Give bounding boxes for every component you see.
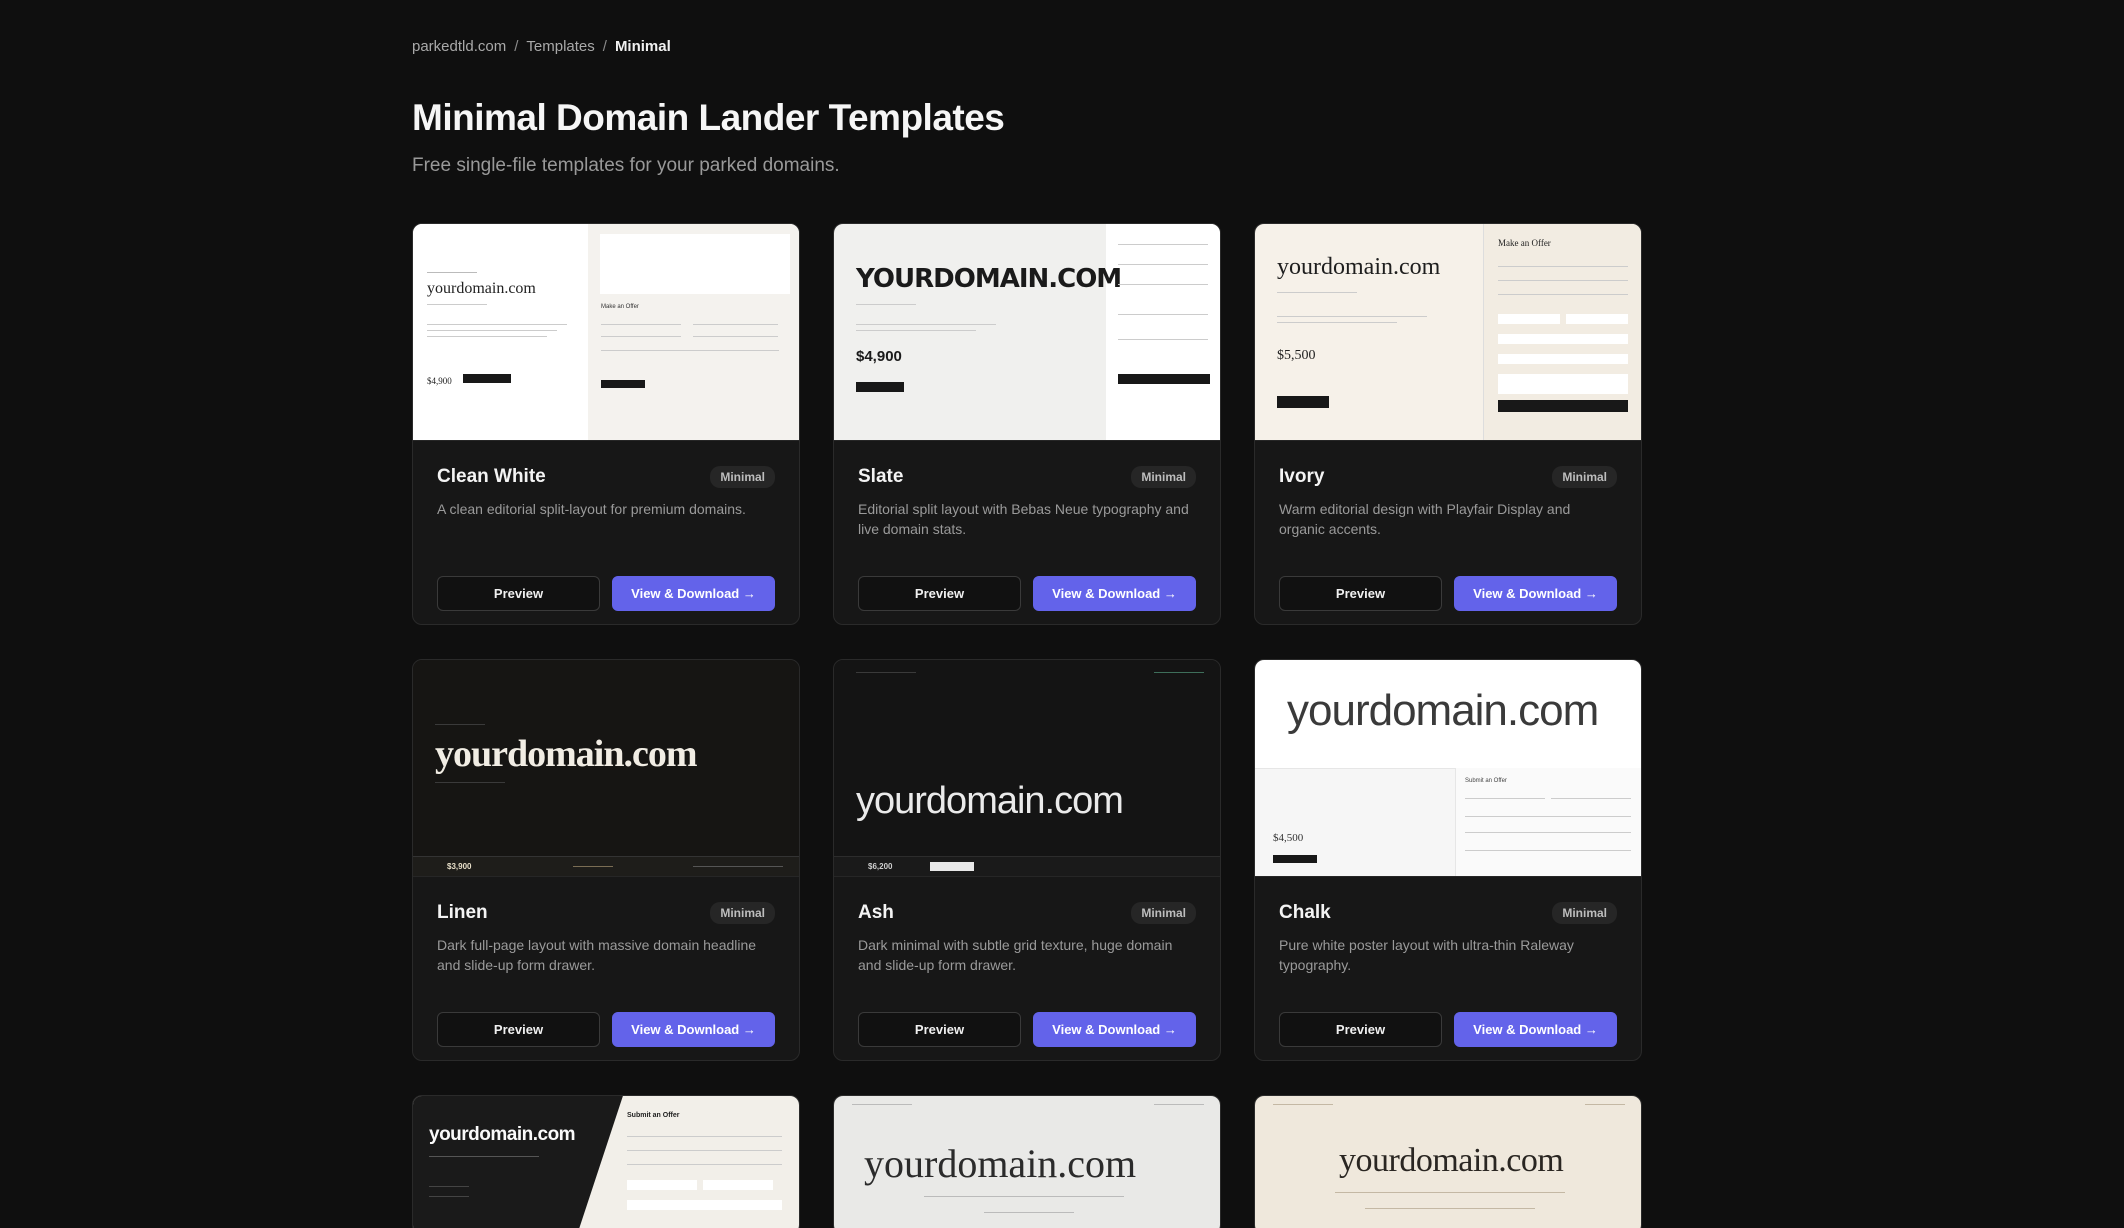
template-thumbnail[interactable]: yourdomain.com $4,900 Make an Offer (413, 223, 799, 441)
thumb-price: $6,200 (868, 861, 893, 871)
breadcrumb: parkedtld.com / Templates / Minimal (412, 36, 1646, 56)
template-card-slate: YOURDOMAIN.COM $4,900 Slate Minimal Edit… (833, 222, 1221, 625)
thumb-price: $3,900 (447, 861, 472, 871)
thumb-domain: YOURDOMAIN.COM (856, 263, 1122, 294)
thumb-price: $4,500 (1273, 831, 1304, 844)
thumb-domain: yourdomain.com (864, 1140, 1137, 1186)
template-name: Ash (858, 901, 894, 923)
template-card-beige-serif: yourdomain.com (1254, 1094, 1642, 1228)
template-card-dark-split: yourdomain.com Submit an Offer (412, 1094, 800, 1228)
template-thumbnail[interactable]: yourdomain.com Submit an Offer $4,500 (1255, 659, 1641, 877)
template-description: Editorial split layout with Bebas Neue t… (858, 500, 1189, 537)
category-badge: Minimal (1131, 901, 1196, 924)
view-download-button[interactable]: View & Download → (612, 575, 775, 611)
preview-button[interactable]: Preview (1279, 1011, 1442, 1047)
thumb-domain: yourdomain.com (435, 732, 697, 775)
breadcrumb-root-link[interactable]: parkedtld.com (412, 38, 506, 55)
page-title: Minimal Domain Lander Templates (412, 97, 1005, 138)
view-download-button[interactable]: View & Download → (612, 1011, 775, 1047)
template-thumbnail[interactable]: yourdomain.com $5,500 Make an Offer (1255, 223, 1641, 441)
thumb-domain: yourdomain.com (429, 1123, 576, 1145)
template-thumbnail[interactable]: yourdomain.com (1255, 1095, 1641, 1228)
category-badge: Minimal (1552, 465, 1617, 488)
thumb-offer-label: Make an Offer (1498, 237, 1551, 248)
thumb-domain: yourdomain.com (1339, 1141, 1564, 1179)
template-description: Warm editorial design with Playfair Disp… (1279, 500, 1571, 537)
thumb-domain: yourdomain.com (1287, 685, 1599, 735)
preview-button[interactable]: Preview (858, 1011, 1021, 1047)
template-card-linen: yourdomain.com $3,900 Linen Minimal Dark… (412, 658, 800, 1061)
template-thumbnail[interactable]: yourdomain.com $6,200 (834, 659, 1220, 877)
preview-button[interactable]: Preview (437, 575, 600, 611)
view-download-button[interactable]: View & Download → (1454, 575, 1617, 611)
breadcrumb-section-link[interactable]: Templates (526, 38, 594, 55)
template-thumbnail[interactable]: yourdomain.com Submit an Offer (413, 1095, 799, 1228)
template-card-ash: yourdomain.com $6,200 Ash Minimal Dark m… (833, 658, 1221, 1061)
template-description: Pure white poster layout with ultra-thin… (1279, 936, 1574, 973)
category-badge: Minimal (710, 465, 775, 488)
preview-button[interactable]: Preview (437, 1011, 600, 1047)
template-name: Chalk (1279, 901, 1331, 923)
template-name: Ivory (1279, 465, 1325, 487)
breadcrumb-separator: / (602, 37, 607, 55)
thumb-price: $5,500 (1277, 347, 1316, 363)
template-card-clean-white: yourdomain.com $4,900 Make an Offer Clea… (412, 222, 800, 625)
view-download-button[interactable]: View & Download → (1033, 1011, 1196, 1047)
preview-button[interactable]: Preview (1279, 575, 1442, 611)
thumb-price: $4,900 (427, 375, 452, 386)
breadcrumb-separator: / (514, 37, 519, 55)
thumb-offer-label: Submit an Offer (1465, 777, 1507, 784)
template-thumbnail[interactable]: yourdomain.com (834, 1095, 1220, 1228)
template-description: A clean editorial split-layout for premi… (437, 500, 746, 517)
breadcrumb-current: Minimal (614, 37, 671, 55)
view-download-button[interactable]: View & Download → (1454, 1011, 1617, 1047)
template-card-chalk: yourdomain.com Submit an Offer $4,500 Ch… (1254, 658, 1642, 1061)
thumb-price: $4,900 (856, 347, 902, 365)
category-badge: Minimal (1131, 465, 1196, 488)
template-description: Dark full-page layout with massive domai… (437, 936, 757, 973)
template-description: Dark minimal with subtle grid texture, h… (858, 936, 1173, 973)
category-badge: Minimal (1552, 901, 1617, 924)
template-thumbnail[interactable]: YOURDOMAIN.COM $4,900 (834, 223, 1220, 441)
template-thumbnail[interactable]: yourdomain.com $3,900 (413, 659, 799, 877)
thumb-domain: yourdomain.com (856, 779, 1124, 822)
page-subtitle: Free single-file templates for your park… (412, 154, 840, 176)
template-card-gray-serif: yourdomain.com (833, 1094, 1221, 1228)
category-badge: Minimal (710, 901, 775, 924)
template-name: Slate (858, 465, 904, 487)
template-name: Linen (437, 901, 488, 923)
preview-button[interactable]: Preview (858, 575, 1021, 611)
thumb-offer-label: Make an Offer (601, 303, 639, 310)
template-name: Clean White (437, 465, 546, 487)
view-download-button[interactable]: View & Download → (1033, 575, 1196, 611)
thumb-offer-label: Submit an Offer (627, 1111, 680, 1119)
page: parkedtld.com / Templates / Minimal Mini… (412, 0, 1646, 1228)
template-card-ivory: yourdomain.com $5,500 Make an Offer Ivor… (1254, 222, 1642, 625)
thumb-domain: yourdomain.com (427, 279, 536, 297)
thumb-domain: yourdomain.com (1277, 253, 1441, 280)
template-grid: yourdomain.com $4,900 Make an Offer Clea… (412, 222, 1646, 1228)
